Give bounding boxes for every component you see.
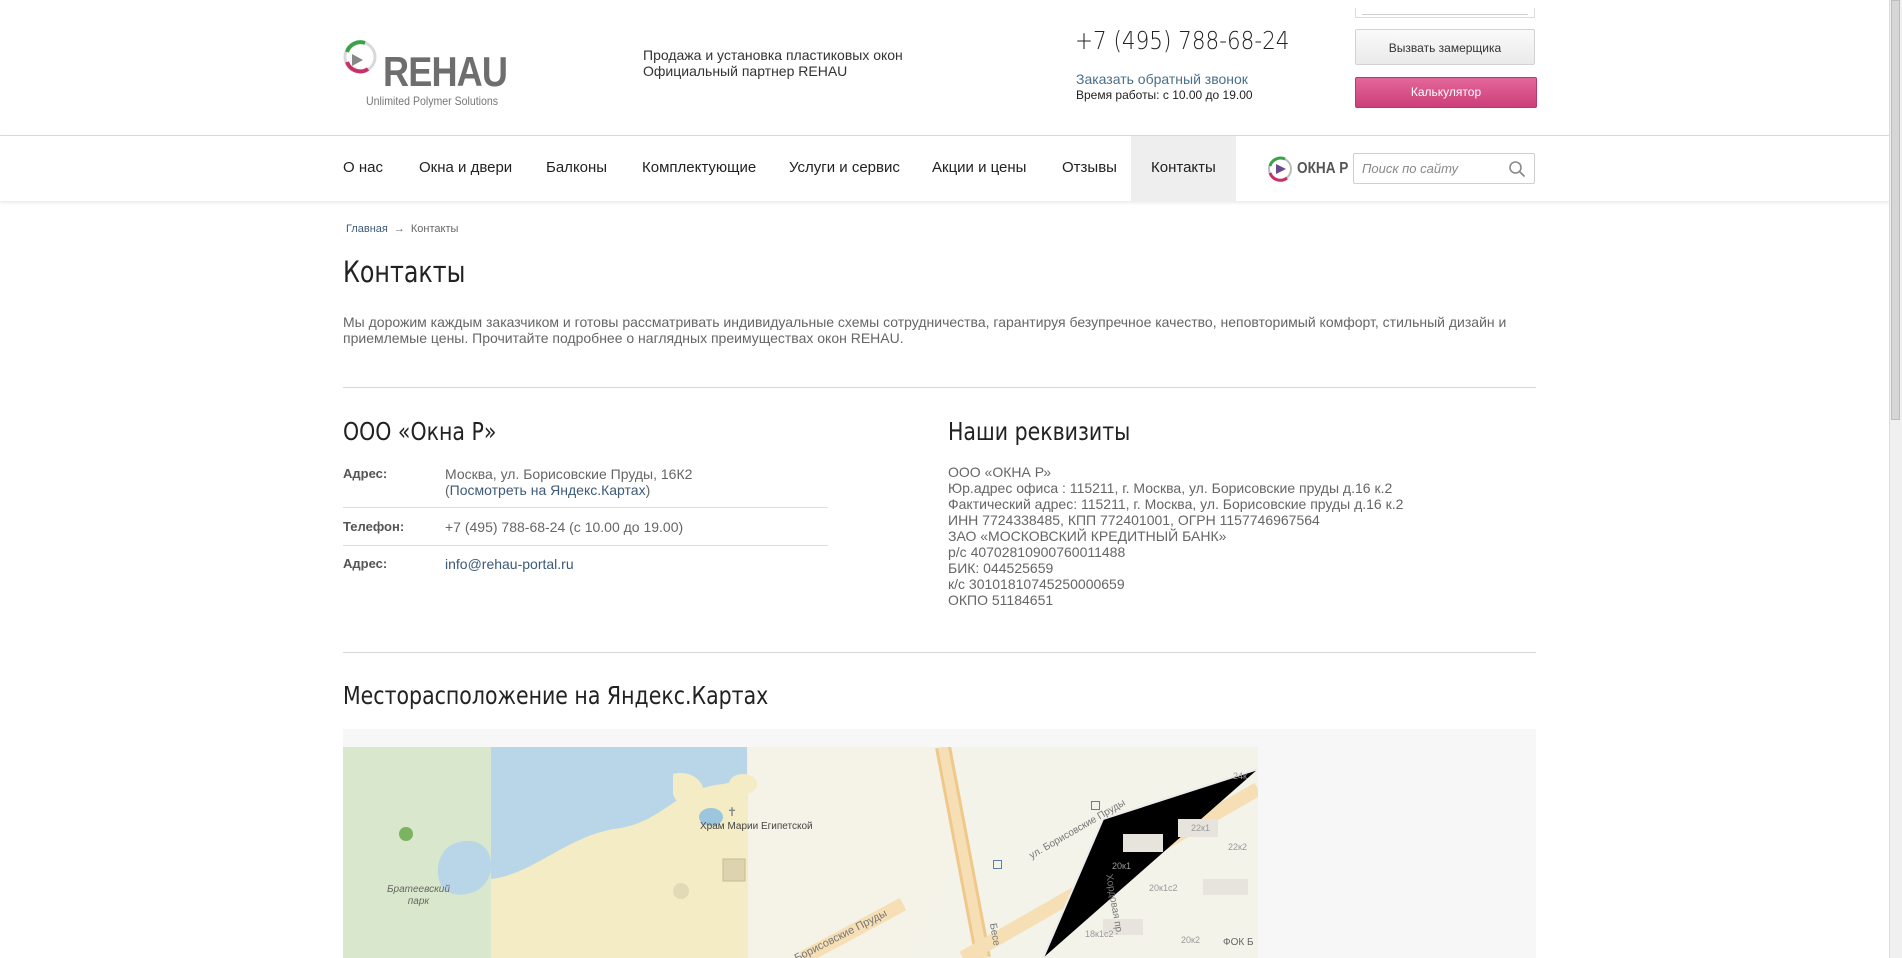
working-hours: Время работы: с 10.00 до 19.00 xyxy=(1076,88,1253,102)
tagline-line-2: Официальный партнер REHAU xyxy=(643,63,848,79)
okna-r-logo-icon xyxy=(1268,156,1292,182)
breadcrumb-home[interactable]: Главная xyxy=(346,223,388,235)
map-label-house: 20к1 xyxy=(1112,861,1131,871)
call-measurer-button[interactable]: Вызвать замерщика xyxy=(1355,29,1535,65)
divider xyxy=(343,652,1536,653)
requisites-title: Наши реквизиты xyxy=(948,417,1131,446)
yandex-map[interactable]: Храм Марии Египетской ✝ Братеевский парк… xyxy=(343,729,1536,958)
rehau-logo-mark-icon xyxy=(343,40,377,74)
church-cross-icon: ✝ xyxy=(727,805,738,819)
header-phone[interactable]: +7 (495) 788-68-24 xyxy=(1075,26,1289,55)
requisites-line: ИНН 7724338485, КПП 772401001, ОГРН 1157… xyxy=(948,512,1320,528)
row-separator xyxy=(343,507,828,508)
requisites-line: Юр.адрес офиса : 115211, г. Москва, ул. … xyxy=(948,480,1393,496)
map-bus-stop-icon xyxy=(993,860,1002,869)
breadcrumb-arrow-icon: → xyxy=(393,223,405,235)
site-header: REHAU Unlimited Polymer Solutions Продаж… xyxy=(0,0,1890,136)
requisites-line: р/с 40702810900760011488 xyxy=(948,544,1126,560)
search-input[interactable] xyxy=(1362,154,1502,183)
phone-value: +7 (495) 788-68-24 (с 10.00 до 19.00) xyxy=(445,519,684,535)
company-name: ООО «Окна Р» xyxy=(343,417,497,446)
phone-label: Телефон: xyxy=(343,519,405,534)
map-label-house: 20к1с2 xyxy=(1149,883,1178,893)
main-nav: О нас Окна и двери Балконы Комплектующие… xyxy=(0,136,1890,201)
email-label: Адрес: xyxy=(343,556,388,571)
nav-item-reviews[interactable]: Отзывы xyxy=(1062,136,1117,201)
header-tagline: Продажа и установка пластиковых окон Офи… xyxy=(643,47,903,79)
breadcrumb-current: Контакты xyxy=(410,223,459,235)
map-label-park-line-2: парк xyxy=(407,896,430,907)
logo-subtitle: Unlimited Polymer Solutions xyxy=(366,94,499,108)
map-canvas[interactable] xyxy=(343,729,1536,958)
map-label-house: 18к1с2 xyxy=(1085,929,1114,939)
email-value: info@rehau-portal.ru xyxy=(445,556,574,572)
map-label-house: 20к2 xyxy=(1181,935,1200,945)
requisites-line: ЗАО «МОСКОВСКИЙ КРЕДИТНЫЙ БАНК» xyxy=(948,528,1227,544)
divider xyxy=(343,387,1536,388)
address-row: Адрес: Москва, ул. Борисовские Пруды, 16… xyxy=(343,466,828,506)
requisites-line: ОКПО 51184651 xyxy=(948,592,1054,608)
map-link-close-paren: ) xyxy=(645,482,651,498)
map-label-church: Храм Марии Египетской xyxy=(700,821,813,832)
nav-item-services[interactable]: Услуги и сервис xyxy=(789,136,900,201)
row-separator xyxy=(343,545,828,546)
nav-item-windows-doors[interactable]: Окна и двери xyxy=(419,136,512,201)
map-bus-stop-icon xyxy=(1091,801,1100,810)
calculator-button[interactable]: Калькулятор xyxy=(1355,77,1537,108)
yandex-map-link[interactable]: Посмотреть на Яндекс.Картах xyxy=(450,482,646,498)
requisites-line: Фактический адрес: 115211, г. Москва, ул… xyxy=(948,496,1404,512)
address-text: Москва, ул. Борисовские Пруды, 16К2 xyxy=(445,466,693,482)
page-title: Контакты xyxy=(343,255,466,289)
email-link[interactable]: info@rehau-portal.ru xyxy=(445,556,574,572)
requisites-line: к/с 30101810745250000659 xyxy=(948,576,1125,592)
requisites-line: ООО «ОКНА Р» xyxy=(948,464,1052,480)
page-intro: Мы дорожим каждым заказчиком и готовы ра… xyxy=(343,314,1507,346)
nav-item-balconies[interactable]: Балконы xyxy=(546,136,607,201)
requisites-line: БИК: 044525659 xyxy=(948,560,1054,576)
breadcrumb: Главная → Контакты xyxy=(346,223,458,235)
map-label-poi: ФОК Б xyxy=(1223,937,1254,948)
tagline-line-1: Продажа и установка пластиковых окон xyxy=(643,47,903,63)
address-label: Адрес: xyxy=(343,466,388,481)
nav-item-components[interactable]: Комплектующие xyxy=(642,136,756,201)
okna-r-logo-text: ОКНА Р xyxy=(1297,160,1349,177)
site-search xyxy=(1353,153,1535,184)
map-label-house: 24к xyxy=(1233,771,1247,781)
map-label-park: Братеевский парк xyxy=(387,884,450,908)
scrollbar-thumb[interactable] xyxy=(1891,0,1900,420)
map-link-row: (Посмотреть на Яндекс.Картах) xyxy=(445,482,692,498)
email-row: Адрес: info@rehau-portal.ru xyxy=(343,556,828,576)
nav-item-promotions[interactable]: Акции и цены xyxy=(932,136,1026,201)
phone-row: Телефон: +7 (495) 788-68-24 (с 10.00 до … xyxy=(343,519,828,539)
park-tree-icon xyxy=(399,827,413,841)
nav-item-about[interactable]: О нас xyxy=(343,136,383,201)
map-label-park-line-1: Братеевский xyxy=(387,884,450,895)
ruler-decoration xyxy=(1355,8,1535,18)
map-label-house: 22к1 xyxy=(1191,823,1210,833)
map-section-title: Месторасположение на Яндекс.Картах xyxy=(343,681,769,710)
page-scrollbar[interactable] xyxy=(1889,0,1902,958)
logo-word: REHAU xyxy=(383,48,508,95)
requisites-list: ООО «ОКНА Р» Юр.адрес офиса : 115211, г.… xyxy=(948,464,1403,608)
address-value: Москва, ул. Борисовские Пруды, 16К2 (Пос… xyxy=(445,466,692,498)
rehau-logo[interactable]: REHAU Unlimited Polymer Solutions xyxy=(343,38,508,113)
map-label-house: 22к2 xyxy=(1228,842,1247,852)
callback-link[interactable]: Заказать обратный звонок xyxy=(1076,71,1248,87)
search-icon[interactable] xyxy=(1508,160,1526,178)
nav-item-contacts[interactable]: Контакты xyxy=(1131,136,1236,201)
